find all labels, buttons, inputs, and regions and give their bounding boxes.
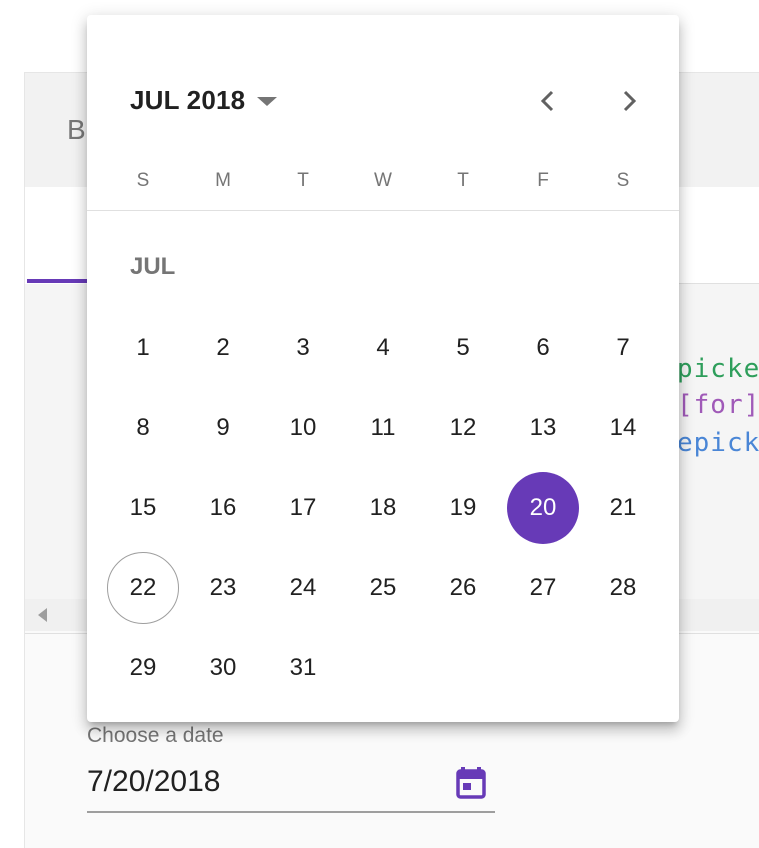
active-tab-indicator (27, 279, 89, 283)
day-label: 17 (289, 494, 317, 521)
day-label: 16 (209, 494, 237, 521)
calendar-day-cell[interactable]: 23 (183, 548, 263, 628)
month-label: JUL (130, 253, 176, 280)
next-month-button[interactable] (609, 81, 649, 121)
calendar-day-cell[interactable]: 11 (343, 388, 423, 468)
day-label: 11 (370, 414, 396, 441)
day-label: 14 (609, 414, 637, 441)
day-label: 6 (536, 334, 550, 361)
weekday-header: S M T W T F S (103, 170, 663, 192)
caret-down-icon (257, 96, 278, 106)
calendar-day-cell[interactable]: 31 (263, 628, 343, 708)
weekday-label: T (457, 170, 469, 191)
calendar-day-cell[interactable]: 13 (503, 388, 583, 468)
weekday-label: S (136, 170, 150, 191)
day-label: 5 (456, 334, 470, 361)
calendar-day-cell[interactable]: 30 (183, 628, 263, 708)
calendar-day-cell[interactable]: 17 (263, 468, 343, 548)
code-line: picke (677, 354, 759, 384)
calendar-day-cell[interactable]: 1 (103, 308, 183, 388)
calendar-day-cell[interactable]: 20 (503, 468, 583, 548)
calendar-day-cell[interactable]: 6 (503, 308, 583, 388)
selected-day-label: 20 (507, 472, 579, 544)
day-label: 15 (129, 494, 157, 521)
day-label: 4 (376, 334, 390, 361)
period-button[interactable]: JUL 2018 (130, 83, 278, 117)
day-label: 7 (616, 334, 630, 361)
calendar-day-cell[interactable]: 25 (343, 548, 423, 628)
date-field-label: Choose a date (87, 724, 224, 747)
weekday-label: S (616, 170, 630, 191)
day-label: 18 (369, 494, 397, 521)
calendar-day-cell[interactable]: 2 (183, 308, 263, 388)
weekday-label: T (297, 170, 309, 191)
day-label: 19 (449, 494, 477, 521)
calendar-day-cell[interactable]: 26 (423, 548, 503, 628)
day-label: 31 (289, 654, 317, 681)
calendar-day-cell[interactable]: 22 (103, 548, 183, 628)
day-label: 21 (609, 494, 637, 521)
day-label: 13 (529, 414, 557, 441)
calendar-day-cell[interactable]: 24 (263, 548, 343, 628)
calendar-day-cell[interactable]: 10 (263, 388, 343, 468)
day-label: 30 (209, 654, 237, 681)
calendar-day-cell[interactable]: 5 (423, 308, 503, 388)
day-label: 1 (136, 334, 150, 361)
calendar-day-cell[interactable]: 7 (583, 308, 663, 388)
previous-month-button[interactable] (528, 81, 568, 121)
calendar-toggle-button[interactable] (455, 766, 487, 800)
code-line: [for] (677, 390, 759, 420)
weekday-label: W (374, 170, 392, 191)
day-label: 12 (449, 414, 477, 441)
calendar-day-cell[interactable]: 9 (183, 388, 263, 468)
code-line: epick (677, 428, 759, 458)
chevron-left-icon (540, 90, 554, 112)
chevron-right-icon (623, 90, 637, 112)
calendar-day-cell[interactable]: 29 (103, 628, 183, 708)
day-label: 3 (296, 334, 310, 361)
calendar-day-cell[interactable]: 28 (583, 548, 663, 628)
calendar-day-cell[interactable]: 12 (423, 388, 503, 468)
weekday-label: M (215, 170, 231, 191)
date-field-underline (87, 811, 495, 813)
day-label: 24 (289, 574, 317, 601)
day-label: 25 (369, 574, 397, 601)
calendar-day-cell[interactable]: 21 (583, 468, 663, 548)
calendar-day-cell[interactable]: 4 (343, 308, 423, 388)
calendar-day-cell[interactable]: 14 (583, 388, 663, 468)
scroll-left-arrow-icon[interactable] (38, 608, 47, 622)
calendar-day-cell[interactable]: 16 (183, 468, 263, 548)
weekday-label: F (537, 170, 549, 191)
datepicker-popup: JUL 2018 S M T W T F S JUL 1 2 3 4 5 6 7 8 9 10 11… (87, 15, 679, 722)
day-label: 23 (209, 574, 237, 601)
day-label: 8 (136, 414, 150, 441)
calendar-day-cell[interactable]: 3 (263, 308, 343, 388)
day-label: 26 (449, 574, 477, 601)
page-header-title: B (67, 114, 86, 145)
date-input[interactable] (87, 762, 447, 802)
calendar-day-cell[interactable]: 18 (343, 468, 423, 548)
day-label: 28 (609, 574, 637, 601)
day-label: 10 (289, 414, 317, 441)
day-label: 9 (216, 414, 230, 441)
day-label: 29 (129, 654, 157, 681)
calendar-icon (456, 767, 486, 799)
calendar-header-divider (87, 210, 679, 211)
calendar-day-cell[interactable]: 19 (423, 468, 503, 548)
today-day-label: 22 (107, 552, 179, 624)
day-label: 27 (529, 574, 557, 601)
day-label: 2 (216, 334, 230, 361)
calendar-day-cell[interactable]: 8 (103, 388, 183, 468)
calendar-day-cell[interactable]: 27 (503, 548, 583, 628)
calendar-day-cell[interactable]: 15 (103, 468, 183, 548)
period-label: JUL 2018 (130, 84, 246, 115)
